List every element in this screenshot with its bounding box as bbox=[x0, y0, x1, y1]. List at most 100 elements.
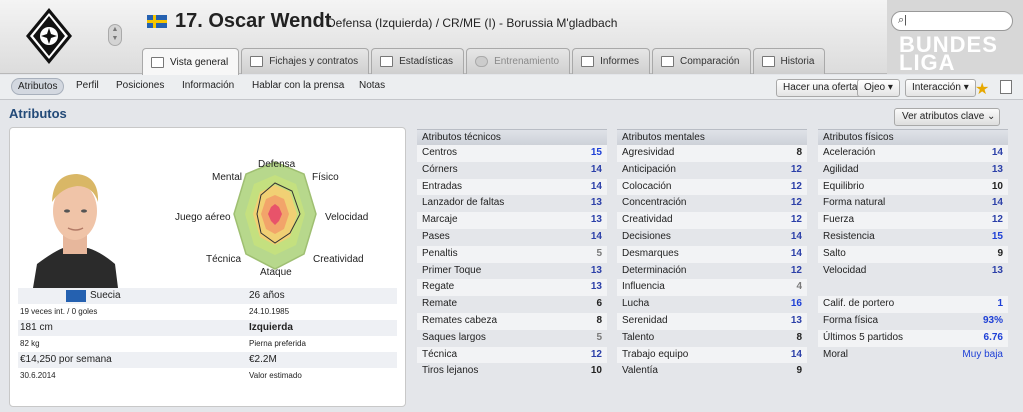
condition-row: Últimos 5 partidos 6.76 bbox=[818, 329, 1008, 347]
attribute-row: Influencia 4 bbox=[617, 279, 807, 297]
scout-button[interactable]: Ojeo ▾ bbox=[857, 79, 900, 97]
player-info-grid: Suecia 26 años 19 veces int. / 0 goles 2… bbox=[18, 288, 397, 385]
mental-attributes-table: Atributos mentales Agresividad 8 Anticipac… bbox=[617, 129, 807, 380]
attribute-name: Marcaje bbox=[422, 214, 458, 226]
attribute-row: Concentración 12 bbox=[617, 195, 807, 212]
view-key-attributes-button[interactable]: Ver atributos clave ⌄ bbox=[894, 108, 1000, 126]
attribute-name: Aceleración bbox=[823, 147, 876, 158]
subnav-informacion[interactable]: Información bbox=[182, 80, 234, 91]
technical-header: Atributos técnicos bbox=[417, 129, 607, 145]
tab-vista-general[interactable]: Vista general bbox=[142, 48, 240, 75]
radar-label-juego-aereo: Juego aéreo bbox=[175, 212, 231, 223]
attribute-value: 14 bbox=[590, 180, 602, 192]
attribute-row: Decisiones 14 bbox=[617, 229, 807, 246]
attribute-row: Colocación 12 bbox=[617, 178, 807, 196]
attribute-name: Remates cabeza bbox=[422, 314, 498, 326]
condition-value: 93% bbox=[982, 314, 1003, 326]
player-photo bbox=[33, 174, 118, 288]
tab-estadisticas[interactable]: Estadísticas bbox=[371, 48, 465, 74]
attribute-name: Determinación bbox=[622, 264, 687, 276]
attribute-name: Saques largos bbox=[422, 331, 486, 343]
estimated-value-label: Valor estimado bbox=[249, 371, 302, 380]
attribute-value: 16 bbox=[790, 298, 802, 310]
tab-entrenamiento[interactable]: Entrenamiento bbox=[466, 48, 571, 74]
attribute-name: Remate bbox=[422, 298, 458, 310]
attribute-name: Trabajo equipo bbox=[622, 348, 689, 360]
tab-informes[interactable]: Informes bbox=[572, 48, 651, 74]
attribute-row: Agilidad 13 bbox=[818, 162, 1008, 179]
subnav-atributos[interactable]: Atributos bbox=[11, 78, 65, 95]
player-switch-arrows[interactable]: ▲ ▼ bbox=[108, 24, 122, 46]
attribute-value: 4 bbox=[796, 281, 802, 293]
mental-header: Atributos mentales bbox=[617, 129, 807, 145]
attribute-value: 8 bbox=[796, 147, 802, 158]
attribute-row: Pases 14 bbox=[417, 229, 607, 246]
info-row: €14,250 por semana €2.2M bbox=[18, 352, 397, 368]
birthdate: 24.10.1985 bbox=[249, 307, 290, 316]
radar-label-velocidad: Velocidad bbox=[325, 212, 369, 223]
attribute-row: Talento 8 bbox=[617, 330, 807, 347]
subnav-perfil[interactable]: Perfil bbox=[76, 80, 99, 91]
weight: 82 kg bbox=[20, 339, 40, 348]
attribute-name: Resistencia bbox=[823, 230, 875, 242]
tab-historia[interactable]: Historia bbox=[752, 48, 826, 74]
attribute-row: Velocidad 13 bbox=[818, 263, 1008, 280]
radar-label-mental: Mental bbox=[212, 172, 243, 183]
attribute-name: Lucha bbox=[622, 298, 650, 310]
tab-fichajes[interactable]: Fichajes y contratos bbox=[241, 48, 370, 74]
attribute-name: Anticipación bbox=[622, 163, 676, 175]
subnav-prensa[interactable]: Hablar con la prensa bbox=[252, 80, 344, 91]
make-offer-button[interactable]: Hacer una oferta bbox=[776, 79, 865, 97]
attribute-row: Serenidad 13 bbox=[617, 312, 807, 330]
technical-attributes-table: Atributos técnicos Centros 15 Córners 14 Ent… bbox=[417, 129, 607, 380]
player-position-club: Defensa (Izquierda) / CR/ME (I) - Boruss… bbox=[327, 16, 618, 30]
subnav-posiciones[interactable]: Posiciones bbox=[116, 80, 164, 91]
attribute-name: Penaltis bbox=[422, 247, 458, 259]
attribute-value: 12 bbox=[991, 214, 1003, 226]
attribute-name: Técnica bbox=[422, 348, 458, 360]
attribute-value: 8 bbox=[596, 314, 602, 326]
attribute-row: Creatividad 12 bbox=[617, 212, 807, 229]
info-row: 30.6.2014 Valor estimado bbox=[18, 368, 397, 384]
info-row: 181 cm Izquierda bbox=[18, 320, 397, 336]
attribute-name: Agresividad bbox=[622, 147, 675, 158]
attribute-value: 14 bbox=[790, 247, 802, 259]
attribute-name: Forma natural bbox=[823, 197, 886, 209]
estimated-value: €2.2M bbox=[249, 354, 277, 365]
attribute-value: 14 bbox=[991, 147, 1003, 158]
contract-icon bbox=[250, 56, 264, 67]
attribute-name: Pases bbox=[422, 230, 450, 242]
attribute-name: Influencia bbox=[622, 281, 665, 293]
age: 26 años bbox=[249, 290, 285, 301]
info-row: 82 kg Pierna preferida bbox=[18, 336, 397, 352]
history-icon bbox=[761, 56, 775, 67]
condition-value: 6.76 bbox=[983, 331, 1003, 343]
attribute-value: 12 bbox=[790, 214, 802, 226]
favorite-star-icon[interactable]: ★ bbox=[975, 79, 989, 99]
attribute-row: Remate 6 bbox=[417, 296, 607, 313]
attribute-value: 15 bbox=[991, 230, 1003, 242]
subnav-notas[interactable]: Notas bbox=[359, 80, 385, 91]
attribute-name: Talento bbox=[622, 331, 655, 343]
condition-row: Moral Muy baja bbox=[818, 347, 1008, 364]
main-tabs: Vista general Fichajes y contratos Estad… bbox=[142, 48, 827, 75]
attribute-row: Regate 13 bbox=[417, 279, 607, 297]
attribute-name: Fuerza bbox=[823, 214, 855, 226]
tab-comparacion[interactable]: Comparación bbox=[652, 48, 751, 74]
chevron-down-icon: ⌄ bbox=[987, 111, 996, 122]
sweden-flag-icon bbox=[66, 290, 86, 302]
info-row: Suecia 26 años bbox=[18, 288, 397, 304]
club-crest-icon bbox=[26, 8, 72, 64]
attribute-name: Entradas bbox=[422, 180, 463, 192]
search-icon: ⌕| bbox=[898, 14, 908, 26]
attribute-row: Trabajo equipo 14 bbox=[617, 346, 807, 364]
attribute-value: 5 bbox=[596, 247, 602, 259]
attribute-row: Anticipación 12 bbox=[617, 162, 807, 179]
search-input[interactable]: ⌕| bbox=[891, 11, 1013, 31]
height: 181 cm bbox=[20, 322, 53, 333]
condition-row: Calif. de portero 1 bbox=[818, 296, 1008, 313]
add-note-icon[interactable] bbox=[1000, 80, 1012, 94]
attribute-value: 14 bbox=[991, 197, 1003, 209]
interaction-button[interactable]: Interacción ▾ bbox=[905, 79, 976, 97]
attribute-name: Tiros lejanos bbox=[422, 365, 479, 377]
